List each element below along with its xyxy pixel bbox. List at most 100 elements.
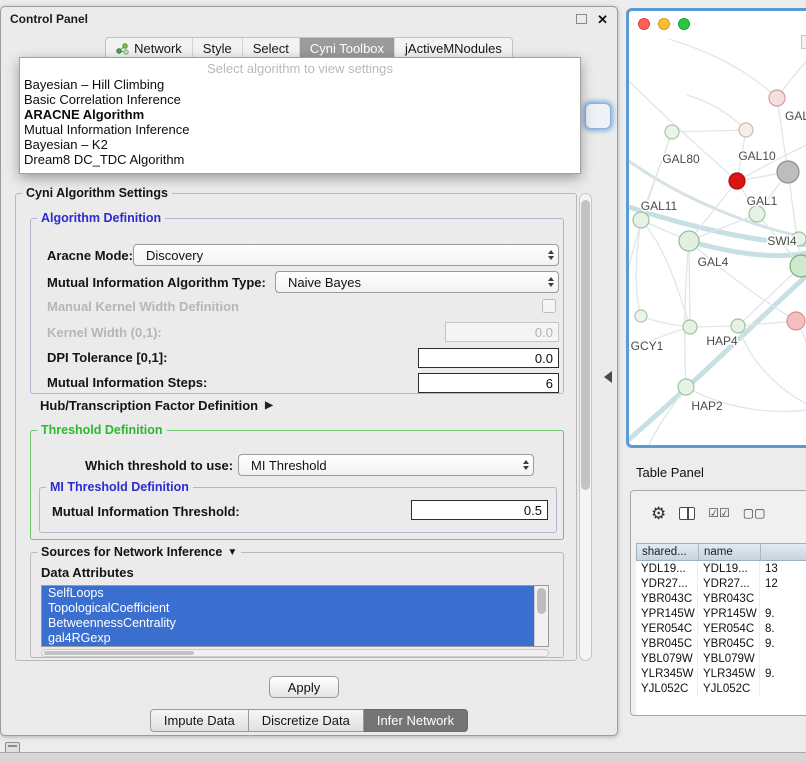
network-node[interactable] [749,206,765,222]
tab-impute-data[interactable]: Impute Data [150,709,249,732]
algorithm-option[interactable]: Bayesian – Hill Climbing [20,77,580,92]
hub-definition-label: Hub/Transcription Factor Definition [40,398,258,413]
column-visibility-icon[interactable] [679,507,695,520]
table-row[interactable]: YBL079WYBL079W [636,651,806,666]
algorithm-option[interactable]: Basic Correlation Inference [20,92,580,107]
close-window-button[interactable]: ✕ [597,13,608,26]
network-node[interactable] [679,231,699,251]
network-node-label: SWI4 [767,234,797,248]
table-cell: YLR345W [636,666,698,681]
table-settings-gear-icon[interactable]: ⚙ [651,505,666,522]
table-cell: 8. [760,621,806,636]
which-threshold-select[interactable]: MI Threshold [238,454,534,476]
dpi-tolerance-field[interactable]: 0.0 [418,348,559,368]
attributes-list-scrollbar[interactable] [534,586,548,646]
network-node[interactable] [683,320,697,334]
table-header-cell[interactable]: shared... [637,544,699,560]
table-cell: YBR045C [636,636,698,651]
table-row[interactable]: YDR27...YDR27...12 [636,576,806,591]
network-node[interactable] [678,379,694,395]
attribute-item[interactable]: SelfLoops [42,586,548,601]
sources-toggle[interactable]: Sources for Network Inference ▼ [37,545,241,559]
table-row[interactable]: YLR345WYLR345W9. [636,666,806,681]
table-cell [760,681,806,696]
network-node[interactable] [635,310,647,322]
tab-cyni-toolbox[interactable]: Cyni Toolbox [299,38,394,59]
table-cell: YJL052C [636,681,698,696]
mi-steps-field[interactable]: 6 [418,373,559,393]
deselect-all-icon[interactable]: ▢▢ [743,507,766,519]
table-row[interactable]: YER054CYER054C8. [636,621,806,636]
attribute-item[interactable]: BetweennessCentrality [42,616,548,631]
mi-algorithm-type-select[interactable]: Naive Bayes [275,271,559,293]
attribute-item[interactable]: gal4RGexp [42,631,548,646]
settings-scrollbar[interactable] [579,193,592,661]
table-cell: 9. [760,606,806,621]
attribute-item[interactable]: TopologicalCoefficient [42,601,548,616]
table-cell: YER054C [698,621,760,636]
window-controls [638,18,690,30]
select-all-icon[interactable]: ☑☑ [708,507,730,519]
network-node[interactable] [777,161,799,183]
bottom-window-edge [0,752,806,762]
network-node-label: GAL1 [747,194,778,208]
table-cell: YBR043C [698,591,760,606]
tab-infer-network[interactable]: Infer Network [364,709,468,732]
control-panel-titlebar[interactable]: Control Panel ✕ [1,7,617,31]
algorithm-option[interactable]: Bayesian – K2 [20,137,580,152]
float-window-button[interactable] [576,14,587,24]
network-node[interactable] [790,255,806,277]
table-cell: YBR043C [636,591,698,606]
aracne-mode-select[interactable]: Discovery [133,244,559,266]
expanded-arrow-icon: ▼ [227,547,237,558]
network-edge [629,269,806,441]
mi-threshold-field[interactable]: 0.5 [411,500,548,520]
algorithm-option[interactable]: ARACNE Algorithm [20,107,580,122]
tab-discretize-data[interactable]: Discretize Data [249,709,364,732]
mac-minimize-button[interactable] [658,18,670,30]
mac-zoom-button[interactable] [678,18,690,30]
table-header-cell[interactable] [761,544,806,560]
table-cell: YBL079W [636,651,698,666]
mi-threshold-definition-group: MI Threshold Definition Mutual Informati… [39,487,557,533]
table-row[interactable]: YBR045CYBR045C9. [636,636,806,651]
table-header-cell[interactable]: name [699,544,761,560]
network-node[interactable] [787,312,805,330]
network-node[interactable] [739,123,753,137]
table-row[interactable]: YJL052CYJL052C [636,681,806,696]
table-cell: 9. [760,666,806,681]
table-row[interactable]: YBR043CYBR043C [636,591,806,606]
network-node[interactable] [665,125,679,139]
algorithm-option[interactable]: Mutual Information Inference [20,122,580,137]
table-cell: YDL19... [698,561,760,576]
network-node[interactable] [729,173,745,189]
tab-style[interactable]: Style [192,38,242,59]
tab-jactivemnodules[interactable]: jActiveMNodules [394,38,512,59]
network-node[interactable] [731,319,745,333]
table-panel: ⚙ ☑☑ ▢▢ shared...name YDL19...YDL19...13… [630,490,806,716]
which-threshold-label: Which threshold to use: [85,458,233,473]
panel-splitter-grip[interactable] [604,371,612,383]
algorithm-dropdown-button[interactable] [585,103,611,129]
table-cell: YER054C [636,621,698,636]
tab-label: Network [134,41,182,56]
apply-button[interactable]: Apply [269,676,339,698]
table-row[interactable]: YDL19...YDL19...13 [636,561,806,576]
table-row[interactable]: YPR145WYPR145W9. [636,606,806,621]
network-node[interactable] [633,212,649,228]
tab-select[interactable]: Select [242,38,299,59]
network-node-label: GAL80 [662,152,700,166]
algorithm-option[interactable]: Dream8 DC_TDC Algorithm [20,152,580,167]
titlebar-buttons: ✕ [576,13,608,26]
manual-kernel-width-label: Manual Kernel Width Definition [47,299,239,314]
network-graph: GAL80GAL10GAL11GAL1SWI4GAL4GCY1HAP4HAP2G… [629,11,806,445]
network-node[interactable] [769,90,785,106]
mac-close-button[interactable] [638,18,650,30]
cyni-algorithm-settings-group: Cyni Algorithm Settings Algorithm Defini… [15,193,577,661]
tab-label: jActiveMNodules [405,41,502,56]
tab-network[interactable]: Network [106,38,192,59]
hub-definition-toggle[interactable]: Hub/Transcription Factor Definition ▶ [40,398,273,413]
table-body: YDL19...YDL19...13YDR27...YDR27...12YBR0… [636,561,806,715]
settings-scrollbar-thumb[interactable] [581,200,590,490]
attributes-list-hscrollbar[interactable] [41,649,549,657]
